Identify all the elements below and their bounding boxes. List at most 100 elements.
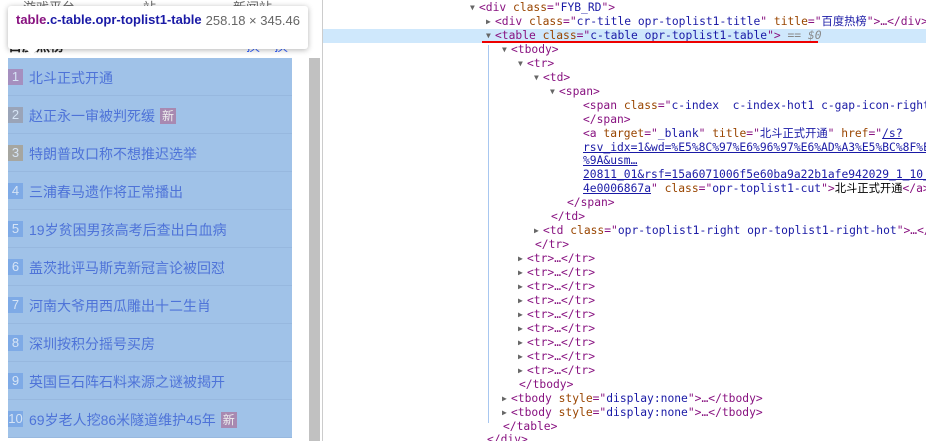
dom-node-line[interactable]: ▶ <tr>…</tr>: [323, 322, 926, 336]
dom-node-line[interactable]: ▶ <tr>…</tr>: [323, 308, 926, 322]
collapsed-triangle-icon[interactable]: ▶: [518, 308, 523, 322]
dom-node-line[interactable]: ▶ <div class="cr-title opr-toplist1-title…: [323, 15, 926, 29]
dom-node-line[interactable]: ▶ <tr>…</tr>: [323, 252, 926, 266]
dom-node-line[interactable]: </table>: [323, 420, 926, 434]
hot-list-item[interactable]: 4 三浦春马遗作将正常播出: [8, 172, 292, 210]
collapsed-triangle-icon[interactable]: ▶: [486, 15, 491, 29]
item-title: 英国巨石阵石料来源之谜被揭开: [29, 374, 225, 390]
expanded-triangle-icon[interactable]: ▼: [550, 85, 555, 99]
dom-node-line[interactable]: ▶ <tr>…</tr>: [323, 280, 926, 294]
dom-node-line[interactable]: ▶ <tr>…</tr>: [323, 266, 926, 280]
collapsed-triangle-icon[interactable]: ▶: [518, 294, 523, 308]
hot-list-item[interactable]: 5 19岁贫困男孩高考后查出白血病: [8, 210, 292, 248]
code-token: class: [664, 182, 699, 196]
dom-node-line[interactable]: ▼ <div class="FYB_RD">: [323, 1, 926, 15]
expanded-triangle-icon[interactable]: ▼: [518, 57, 523, 71]
item-title-link[interactable]: 69岁老人挖86米隧道维护45年新: [29, 410, 237, 430]
item-title-link[interactable]: 深圳按积分摇号买房: [29, 334, 155, 354]
code-token: </div>: [487, 433, 528, 441]
dom-node-line[interactable]: </span>: [323, 196, 926, 210]
hot-list-item[interactable]: 7 河南大爷用西瓜雕出十二生肖: [8, 286, 292, 324]
expanded-triangle-icon[interactable]: ▼: [534, 71, 539, 85]
dom-node-line[interactable]: ▶ <td class="opr-toplist1-right opr-topli…: [323, 224, 926, 238]
dom-node-line[interactable]: </span>: [323, 113, 926, 127]
code-token: =": [604, 224, 618, 238]
dom-node-line[interactable]: %9A&usm…: [323, 154, 926, 168]
code-token: c-table opr-toplist1-table: [590, 28, 768, 42]
dom-node-line[interactable]: ▼ <span>: [323, 85, 926, 99]
code-token: <tr>…</tr>: [527, 293, 596, 307]
collapsed-triangle-icon[interactable]: ▶: [518, 364, 523, 378]
hot-list-item[interactable]: 1 北斗正式开通: [8, 58, 292, 96]
dom-node-line[interactable]: ▼ <td>: [323, 71, 926, 85]
code-token[interactable]: rsv_idx=1&wd=%E5%8C%97%E6%96%97%E6%AD%A3…: [583, 141, 926, 154]
collapsed-triangle-icon[interactable]: ▶: [518, 280, 523, 294]
dom-node-line[interactable]: </tr>: [323, 238, 926, 252]
hot-list-item[interactable]: 8 深圳按积分摇号买房: [8, 324, 292, 362]
collapsed-triangle-icon[interactable]: ▶: [518, 350, 523, 364]
indent-guide: [488, 45, 489, 423]
code-token: =": [576, 28, 591, 42]
item-title-link[interactable]: 19岁贫困男孩高考后查出白血病: [29, 220, 227, 240]
code-token: == $0: [780, 28, 822, 42]
dom-node-line[interactable]: ▶ <tbody style="display:none">…</tbody>: [323, 392, 926, 406]
hot-list-item[interactable]: 6 盖茨批评马斯克新冠言论被回怼: [8, 248, 292, 286]
dom-node-line[interactable]: ▶ <tbody style="display:none">…</tbody>: [323, 406, 926, 420]
item-title-link[interactable]: 赵正永一审被判死缓新: [29, 106, 177, 126]
item-title-link[interactable]: 三浦春马遗作将正常播出: [29, 182, 183, 202]
hot-list-item[interactable]: 10 69岁老人挖86米隧道维护45年新: [8, 400, 292, 438]
item-title-link[interactable]: 盖茨批评马斯克新冠言论被回怼: [29, 258, 225, 278]
dom-node-line[interactable]: ▼ <tbody>: [323, 43, 926, 57]
collapsed-triangle-icon[interactable]: ▶: [518, 252, 523, 266]
dom-node-line[interactable]: </div>: [323, 433, 926, 441]
dom-node-line[interactable]: 4e0006867a" class="opr-toplist1-cut">北斗正…: [323, 182, 926, 196]
collapsed-triangle-icon[interactable]: ▶: [518, 336, 523, 350]
dom-node-line[interactable]: ▶ <tr>…</tr>: [323, 336, 926, 350]
expanded-triangle-icon[interactable]: ▼: [502, 43, 507, 57]
item-title: 盖茨批评马斯克新冠言论被回怼: [29, 260, 225, 276]
collapsed-triangle-icon[interactable]: ▶: [502, 392, 507, 406]
code-token: class: [570, 224, 605, 238]
dom-node-line[interactable]: ▶ <tr>…</tr>: [323, 350, 926, 364]
code-token: <tbody: [511, 391, 559, 405]
dom-node-line[interactable]: ▼ <tr>: [323, 57, 926, 71]
code-token: FYB_RD: [560, 1, 602, 14]
code-token: <tr>…</tr>: [527, 321, 596, 335]
rank-badge: 6: [8, 259, 23, 275]
rank-badge: 4: [8, 183, 23, 199]
collapsed-triangle-icon[interactable]: ▶: [518, 266, 523, 280]
code-token: ">: [601, 1, 616, 14]
new-badge: 新: [160, 108, 177, 124]
code-token: ">…</td>: [896, 224, 926, 238]
dom-node-line[interactable]: ▶ <tr>…</tr>: [323, 294, 926, 308]
item-title-link[interactable]: 河南大爷用西瓜雕出十二生肖: [29, 296, 211, 316]
dom-node-line[interactable]: <span class="c-index c-index-hot1 c-gap-…: [323, 99, 926, 113]
code-token[interactable]: 4e0006867a: [583, 182, 651, 195]
page-scrollbar[interactable]: [309, 58, 320, 441]
dom-node-line[interactable]: </tbody>: [323, 378, 926, 392]
hot-list-item[interactable]: 2 赵正永一审被判死缓新: [8, 96, 292, 134]
code-token[interactable]: /s?: [882, 127, 902, 140]
item-title-link[interactable]: 北斗正式开通: [29, 68, 113, 88]
item-title-link[interactable]: 特朗普改口称不想推迟选举: [29, 144, 197, 164]
item-title-link[interactable]: 英国巨石阵石料来源之谜被揭开: [29, 372, 225, 392]
code-token[interactable]: %9A&usm…: [583, 154, 637, 167]
dom-node-line[interactable]: <a target="_blank" title="北斗正式开通" href="…: [323, 127, 926, 141]
dom-node-line[interactable]: rsv_idx=1&wd=%E5%8C%97%E6%96%97%E6%AD%A3…: [323, 141, 926, 155]
dom-node-line[interactable]: 20811_01&rsf=15a6071006f5e60ba9a22b1afe9…: [323, 168, 926, 182]
code-token: <tr>: [527, 56, 555, 70]
rank-badge: 1: [8, 69, 23, 85]
dom-node-line[interactable]: ▶ <tr>…</tr>: [323, 364, 926, 378]
code-token: <tr>…</tr>: [527, 349, 596, 363]
collapsed-triangle-icon[interactable]: ▶: [518, 322, 523, 336]
code-token[interactable]: 20811_01&rsf=15a6071006f5e60ba9a22b1afe9…: [583, 168, 926, 181]
item-title: 北斗正式开通: [29, 70, 113, 86]
expanded-triangle-icon[interactable]: ▼: [470, 1, 475, 15]
rank-badge: 5: [8, 221, 23, 237]
code-token: =": [563, 14, 577, 28]
hot-list-item[interactable]: 3 特朗普改口称不想推迟选举: [8, 134, 292, 172]
collapsed-triangle-icon[interactable]: ▶: [534, 224, 539, 238]
collapsed-triangle-icon[interactable]: ▶: [502, 406, 507, 420]
hot-list-item[interactable]: 9 英国巨石阵石料来源之谜被揭开: [8, 362, 292, 400]
dom-node-line[interactable]: </td>: [323, 210, 926, 224]
